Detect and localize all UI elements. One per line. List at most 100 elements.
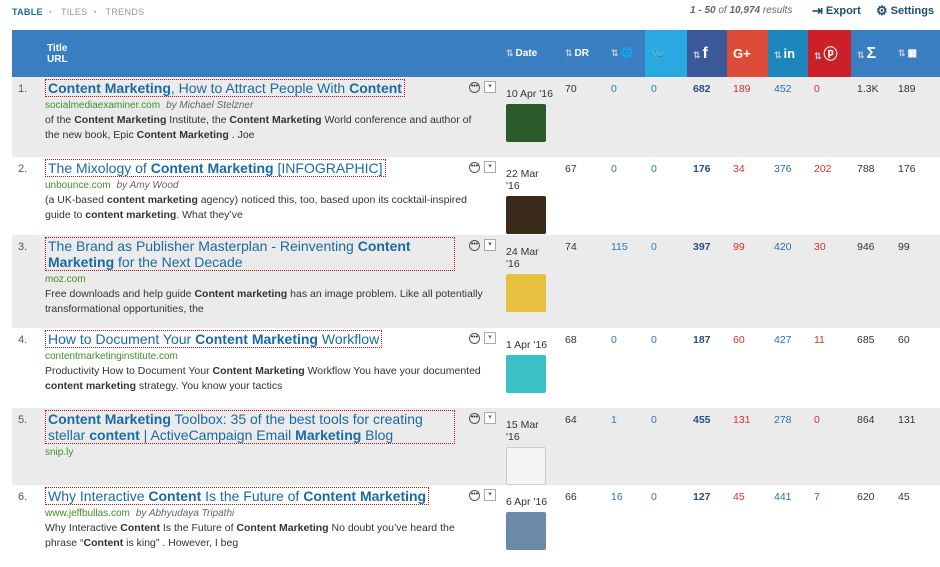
row-actions: ••• ▾ (469, 412, 496, 424)
title-cell: Content Marketing Toolbox: 35 of the bes… (41, 408, 500, 485)
tab-tiles[interactable]: TILES (61, 7, 88, 17)
chevron-down-icon[interactable]: ▾ (484, 412, 496, 424)
tab-trends[interactable]: TRENDS (106, 7, 145, 17)
chevron-down-icon[interactable]: ▾ (484, 332, 496, 344)
header-pinterest[interactable]: ⇅ ⓟ (808, 30, 851, 77)
linkedin-value: 420 (768, 235, 808, 328)
twitter-value: 0 (645, 408, 687, 485)
header-googleplus[interactable]: G+ (727, 30, 768, 77)
facebook-value: 682 (687, 77, 727, 157)
referring-value[interactable]: 0 (605, 328, 645, 408)
article-title-link[interactable]: The Mixology of Content Marketing [INFOG… (45, 159, 386, 177)
settings-label: Settings (890, 5, 935, 17)
article-thumbnail[interactable] (506, 104, 546, 142)
export-button[interactable]: ⇥ Export (812, 3, 861, 19)
article-thumbnail[interactable] (506, 355, 546, 393)
linkedin-icon: in (783, 46, 796, 61)
table-row: 3. The Brand as Publisher Masterplan - R… (12, 235, 940, 328)
twitter-value: 0 (645, 77, 687, 157)
chevron-down-icon[interactable]: ▾ (484, 81, 496, 93)
article-thumbnail[interactable] (506, 274, 546, 312)
header-dr[interactable]: ⇅ DR (559, 30, 605, 77)
twitter-value: 0 (645, 328, 687, 408)
article-title-link[interactable]: The Brand as Publisher Masterplan - Rein… (45, 237, 455, 271)
pinterest-value: 202 (808, 157, 851, 235)
article-date: 6 Apr '16 (506, 496, 548, 508)
more-icon[interactable]: ••• (469, 489, 480, 501)
facebook-icon: f (702, 44, 708, 62)
article-domain[interactable]: snip.ly (45, 447, 73, 458)
referring-value[interactable]: 1 (605, 408, 645, 485)
chevron-down-icon[interactable]: ▾ (484, 489, 496, 501)
googleplus-value: 60 (727, 328, 768, 408)
settings-button[interactable]: ⚙ Settings (876, 3, 934, 19)
pinterest-value: 7 (808, 485, 851, 567)
article-thumbnail[interactable] (506, 196, 546, 234)
title-cell: Content Marketing, How to Attract People… (41, 77, 500, 157)
header-title[interactable]: Title URL (41, 30, 500, 77)
chevron-down-icon[interactable]: ▾ (484, 239, 496, 251)
extra-value: 176 (892, 157, 940, 235)
article-thumbnail[interactable] (506, 512, 546, 550)
header-date[interactable]: ⇅ Date (500, 30, 559, 77)
referring-value[interactable]: 0 (605, 157, 645, 235)
googleplus-value: 45 (727, 485, 768, 567)
article-title-link[interactable]: How to Document Your Content Marketing W… (45, 330, 383, 348)
row-actions: ••• ▾ (469, 239, 496, 251)
sort-icon: ⇅ (814, 50, 822, 61)
header-total[interactable]: ⇅ Σ (851, 30, 892, 77)
article-date: 24 Mar '16 (506, 246, 539, 270)
article-domain[interactable]: moz.com (45, 274, 86, 285)
more-icon[interactable]: ••• (469, 412, 480, 424)
article-date: 22 Mar '16 (506, 168, 539, 192)
table-row: 4. How to Document Your Content Marketin… (12, 328, 940, 408)
title-cell: The Mixology of Content Marketing [INFOG… (41, 157, 500, 235)
article-snippet: Productivity How to Document Your Conten… (45, 365, 481, 392)
more-icon[interactable]: ••• (469, 161, 480, 173)
article-author: by Amy Wood (116, 180, 179, 191)
more-icon[interactable]: ••• (469, 81, 480, 93)
export-label: Export (825, 5, 861, 17)
tab-table[interactable]: TABLE (12, 7, 43, 17)
article-domain[interactable]: contentmarketinginstitute.com (45, 351, 178, 362)
total-value: 788 (851, 157, 892, 235)
header-title-label: Title (47, 42, 68, 54)
date-cell: 24 Mar '16 (500, 235, 559, 328)
more-icon[interactable]: ••• (469, 332, 480, 344)
header-dr-label: DR (574, 48, 589, 59)
googleplus-value: 34 (727, 157, 768, 235)
globe-icon: 🌐 (620, 48, 633, 59)
header-linkedin[interactable]: ⇅ in (768, 30, 808, 77)
article-domain[interactable]: socialmediaexaminer.com (45, 100, 160, 111)
sort-icon: ⇅ (565, 48, 573, 58)
article-title-link[interactable]: Content Marketing, How to Attract People… (45, 79, 405, 97)
more-icon[interactable]: ••• (469, 239, 480, 251)
title-cell: How to Document Your Content Marketing W… (41, 328, 500, 408)
header-referring[interactable]: ⇅ 🌐 (605, 30, 645, 77)
header-facebook[interactable]: ⇅ f (687, 30, 727, 77)
pinterest-icon: ⓟ (823, 45, 838, 62)
tab-separator: • (93, 7, 97, 17)
facebook-value: 187 (687, 328, 727, 408)
facebook-value: 455 (687, 408, 727, 485)
referring-value[interactable]: 0 (605, 77, 645, 157)
dr-value: 66 (559, 485, 605, 567)
chevron-down-icon[interactable]: ▾ (484, 161, 496, 173)
pinterest-value: 11 (808, 328, 851, 408)
article-title-link[interactable]: Why Interactive Content Is the Future of… (45, 487, 430, 505)
article-title-link[interactable]: Content Marketing Toolbox: 35 of the bes… (45, 410, 455, 444)
article-date: 15 Mar '16 (506, 419, 539, 443)
referring-value[interactable]: 115 (605, 235, 645, 328)
view-tabs: TABLE • TILES • TRENDS (12, 7, 150, 17)
sort-icon: ⇅ (898, 48, 906, 58)
grid-icon: ▦ (907, 48, 917, 59)
article-domain[interactable]: unbounce.com (45, 180, 111, 191)
header-extra[interactable]: ⇅ ▦ (892, 30, 940, 77)
referring-value[interactable]: 16 (605, 485, 645, 567)
header-twitter[interactable]: 🐦 (645, 30, 687, 77)
results-table: Title URL ⇅ Date ⇅ DR ⇅ 🌐 🐦 ⇅ f G+ ⇅ in ⇅ ⓟ ⇅ Σ … (12, 30, 940, 567)
results-range: 1 - 50 (690, 5, 716, 16)
article-domain[interactable]: www.jeffbullas.com (45, 508, 130, 519)
row-index: 6. (12, 485, 41, 567)
article-thumbnail[interactable] (506, 447, 546, 485)
